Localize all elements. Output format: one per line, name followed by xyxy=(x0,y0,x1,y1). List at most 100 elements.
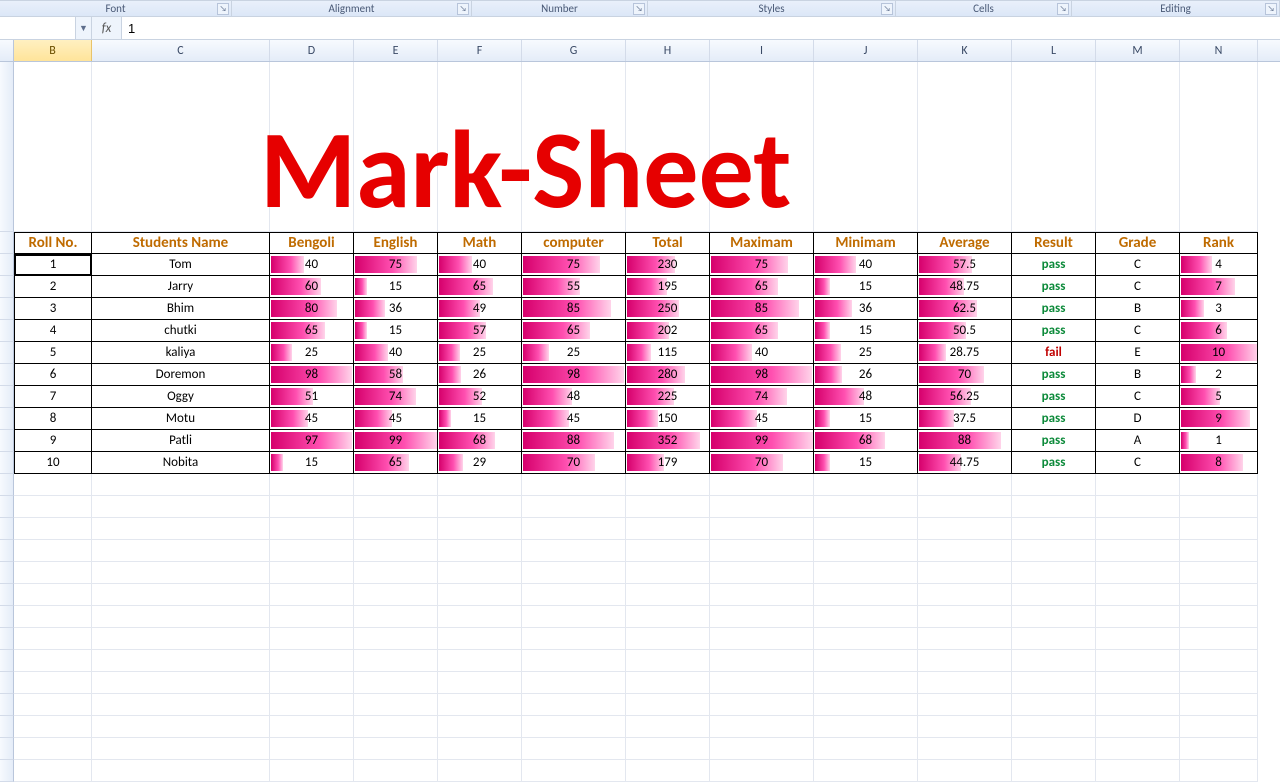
table-cell[interactable]: 6 xyxy=(1180,320,1258,342)
cell[interactable] xyxy=(92,694,270,716)
cell[interactable] xyxy=(1096,672,1180,694)
cell[interactable] xyxy=(270,606,354,628)
cell[interactable] xyxy=(710,584,814,606)
table-cell[interactable]: 40 xyxy=(270,254,354,276)
cell[interactable] xyxy=(814,672,918,694)
cell[interactable] xyxy=(710,540,814,562)
cell[interactable] xyxy=(270,738,354,760)
cell[interactable] xyxy=(814,584,918,606)
table-cell[interactable]: 55 xyxy=(522,276,626,298)
cell[interactable] xyxy=(522,518,626,540)
cell[interactable] xyxy=(710,672,814,694)
table-header[interactable]: computer xyxy=(522,232,626,254)
cell[interactable] xyxy=(270,628,354,650)
col-header-B[interactable]: B xyxy=(14,40,92,61)
cell[interactable] xyxy=(626,650,710,672)
cell[interactable] xyxy=(1096,628,1180,650)
table-cell[interactable]: 70 xyxy=(710,452,814,474)
table-cell[interactable]: C xyxy=(1096,452,1180,474)
cell[interactable] xyxy=(1180,716,1258,738)
cell[interactable] xyxy=(918,518,1012,540)
cell[interactable] xyxy=(918,760,1012,782)
table-header[interactable]: Students Name xyxy=(92,232,270,254)
table-cell[interactable]: 65 xyxy=(354,452,438,474)
col-header-D[interactable]: D xyxy=(270,40,354,61)
table-cell[interactable]: 230 xyxy=(626,254,710,276)
cell[interactable] xyxy=(626,540,710,562)
cell[interactable] xyxy=(1012,584,1096,606)
table-cell[interactable]: 7 xyxy=(1180,276,1258,298)
row-header[interactable] xyxy=(0,364,14,386)
table-cell[interactable]: D xyxy=(1096,408,1180,430)
cell[interactable] xyxy=(626,474,710,496)
cell[interactable] xyxy=(14,694,92,716)
cell[interactable] xyxy=(1012,760,1096,782)
table-cell[interactable]: 8 xyxy=(14,408,92,430)
table-cell[interactable]: 9 xyxy=(1180,408,1258,430)
row-header[interactable] xyxy=(0,672,14,694)
cell[interactable] xyxy=(710,474,814,496)
cell[interactable] xyxy=(354,738,438,760)
cell[interactable] xyxy=(710,518,814,540)
table-cell[interactable]: 57.5 xyxy=(918,254,1012,276)
table-cell[interactable]: 44.75 xyxy=(918,452,1012,474)
cell[interactable] xyxy=(270,496,354,518)
cell[interactable] xyxy=(918,562,1012,584)
table-cell[interactable]: 25 xyxy=(522,342,626,364)
cell[interactable] xyxy=(92,628,270,650)
table-cell[interactable]: C xyxy=(1096,254,1180,276)
table-cell[interactable]: 65 xyxy=(270,320,354,342)
dialog-launcher-icon[interactable]: ↘ xyxy=(1265,3,1277,15)
table-cell[interactable]: 28.75 xyxy=(918,342,1012,364)
cell[interactable] xyxy=(710,650,814,672)
table-cell[interactable]: 9 xyxy=(14,430,92,452)
cell[interactable] xyxy=(710,62,814,232)
table-header[interactable]: English xyxy=(354,232,438,254)
row-header[interactable] xyxy=(0,628,14,650)
table-header[interactable]: Roll No. xyxy=(14,232,92,254)
table-cell[interactable]: 25 xyxy=(270,342,354,364)
row-header[interactable] xyxy=(0,760,14,782)
table-cell[interactable]: 74 xyxy=(710,386,814,408)
table-cell[interactable]: 45 xyxy=(354,408,438,430)
table-cell[interactable]: 15 xyxy=(814,320,918,342)
cell[interactable] xyxy=(14,62,92,232)
cell[interactable] xyxy=(626,62,710,232)
cell[interactable] xyxy=(92,496,270,518)
cell[interactable] xyxy=(270,716,354,738)
table-cell[interactable]: 179 xyxy=(626,452,710,474)
cell[interactable] xyxy=(1012,540,1096,562)
cell[interactable] xyxy=(710,606,814,628)
row-header[interactable] xyxy=(0,452,14,474)
cell[interactable] xyxy=(14,672,92,694)
cell[interactable] xyxy=(1180,496,1258,518)
cell[interactable] xyxy=(918,474,1012,496)
table-cell[interactable]: 98 xyxy=(270,364,354,386)
cell[interactable] xyxy=(1096,496,1180,518)
row-header[interactable] xyxy=(0,496,14,518)
row-header[interactable] xyxy=(0,518,14,540)
cell[interactable] xyxy=(522,694,626,716)
table-cell[interactable]: 58 xyxy=(354,364,438,386)
cell[interactable] xyxy=(1012,628,1096,650)
table-cell[interactable]: 45 xyxy=(522,408,626,430)
cell[interactable] xyxy=(438,672,522,694)
cell[interactable] xyxy=(270,672,354,694)
table-cell[interactable]: pass xyxy=(1012,452,1096,474)
cell[interactable] xyxy=(710,760,814,782)
cell[interactable] xyxy=(92,716,270,738)
col-header-N[interactable]: N xyxy=(1180,40,1258,61)
cell[interactable] xyxy=(1096,694,1180,716)
cell[interactable] xyxy=(354,518,438,540)
table-header[interactable]: Minimam xyxy=(814,232,918,254)
cell[interactable] xyxy=(1012,474,1096,496)
cell[interactable] xyxy=(1012,650,1096,672)
table-cell[interactable]: 85 xyxy=(710,298,814,320)
cell[interactable] xyxy=(1012,672,1096,694)
cell[interactable] xyxy=(626,672,710,694)
table-cell[interactable]: 48 xyxy=(522,386,626,408)
cell[interactable] xyxy=(1180,474,1258,496)
col-header-H[interactable]: H xyxy=(626,40,710,61)
cell[interactable] xyxy=(522,628,626,650)
cell[interactable] xyxy=(626,716,710,738)
